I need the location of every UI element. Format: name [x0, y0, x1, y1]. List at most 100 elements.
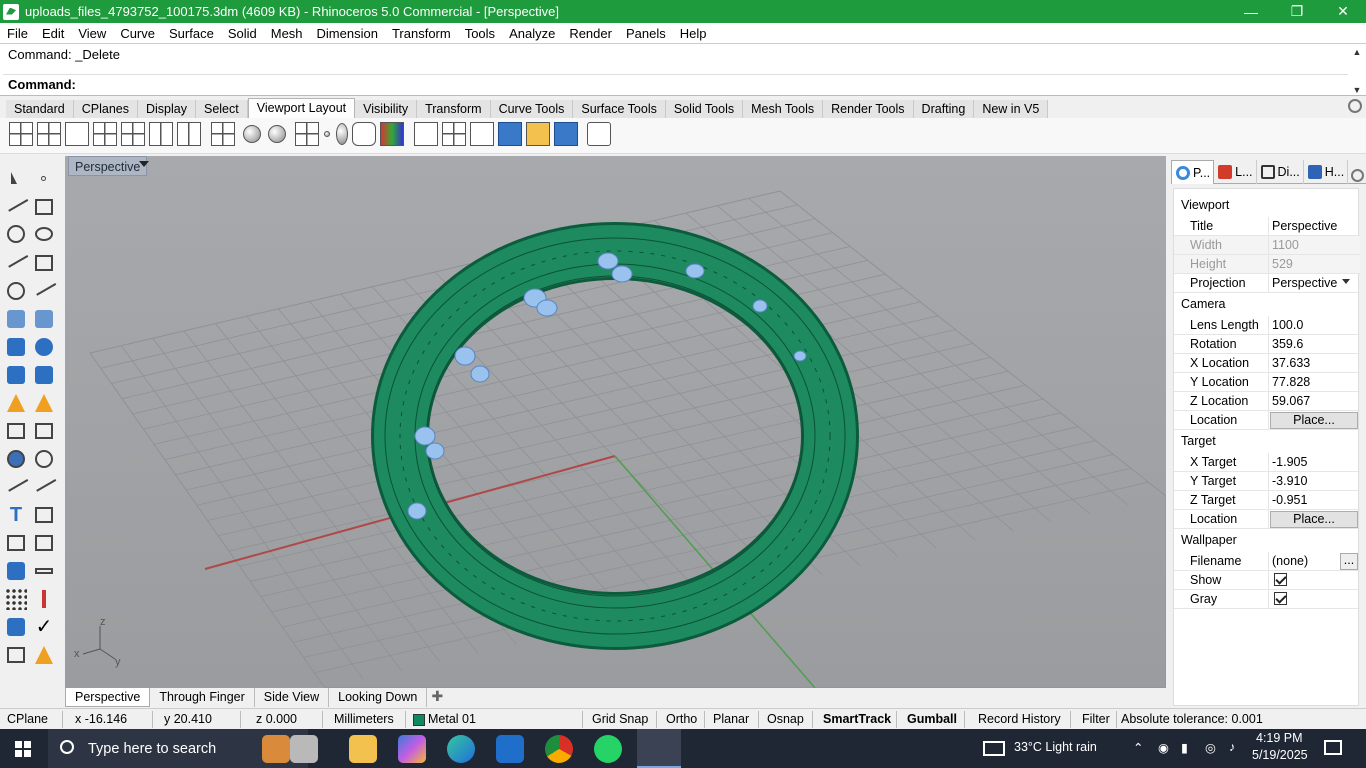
show-checkbox[interactable]: [1274, 573, 1287, 586]
command-scrollbar[interactable]: ▲ ▼: [1350, 47, 1364, 95]
move-icon[interactable]: [3, 471, 29, 498]
split-horizontal-icon[interactable]: [149, 122, 173, 146]
grid-viewports-icon[interactable]: [211, 122, 235, 146]
toggle-filter[interactable]: Filter: [1082, 711, 1110, 728]
camera-tray-icon[interactable]: ◉: [1158, 740, 1169, 755]
grid-options-icon[interactable]: [295, 122, 319, 146]
boolean-icon[interactable]: [5, 448, 27, 470]
viewport-frame-icon[interactable]: [470, 122, 494, 146]
volume-icon[interactable]: ♪: [1229, 740, 1235, 754]
projection-chevron-down-icon[interactable]: [1342, 279, 1350, 284]
prop-lens-length-row[interactable]: Lens Length 100.0: [1174, 316, 1360, 335]
prop-title-row[interactable]: Title Perspective: [1174, 217, 1360, 236]
prop-rotation-value[interactable]: 359.6: [1272, 337, 1303, 351]
ellipse-tool-icon[interactable]: [33, 223, 55, 245]
solid-union-icon[interactable]: [33, 336, 55, 358]
trim-icon[interactable]: [33, 420, 55, 442]
toolbar-gear-icon[interactable]: [1348, 99, 1362, 113]
named-view-icon[interactable]: [554, 122, 578, 146]
menu-mesh[interactable]: Mesh: [264, 26, 310, 41]
scroll-up-icon[interactable]: ▲: [1353, 47, 1362, 57]
tab-drafting[interactable]: Drafting: [913, 100, 975, 118]
viewtab-perspective[interactable]: Perspective: [65, 688, 151, 707]
prop-filename-value[interactable]: (none): [1272, 554, 1308, 568]
toggle-grid-snap[interactable]: Grid Snap: [592, 711, 648, 728]
layout-grid-icon[interactable]: [442, 122, 466, 146]
tab-viewport-layout[interactable]: Viewport Layout: [247, 98, 356, 118]
menu-render[interactable]: Render: [562, 26, 619, 41]
menu-surface[interactable]: Surface: [162, 26, 221, 41]
page-layout-icon[interactable]: [414, 122, 438, 146]
select-arrow-icon[interactable]: [5, 168, 27, 190]
text-icon[interactable]: T: [5, 504, 27, 526]
viewtab-looking-down[interactable]: Looking Down: [329, 688, 428, 707]
viewtab-side-view[interactable]: Side View: [255, 688, 330, 707]
print-icon[interactable]: [587, 122, 611, 146]
prop-x-location-row[interactable]: X Location 37.633: [1174, 354, 1360, 373]
camera-icon[interactable]: [352, 122, 376, 146]
three-viewports-icon[interactable]: [37, 122, 61, 146]
perspective-viewport[interactable]: z x y Perspective: [65, 156, 1166, 688]
dimension-icon[interactable]: [33, 532, 55, 554]
four-viewports-icon[interactable]: [9, 122, 33, 146]
prop-z-target-row[interactable]: Z Target -0.951: [1174, 491, 1360, 510]
restore-button[interactable]: ❐: [1274, 0, 1320, 23]
tools-app-icon[interactable]: [290, 735, 318, 763]
tab-mesh-tools[interactable]: Mesh Tools: [743, 100, 824, 118]
target-place-button[interactable]: Place...: [1270, 511, 1358, 528]
prop-y-location-value[interactable]: 77.828: [1272, 375, 1310, 389]
toggle-record-history[interactable]: Record History: [978, 711, 1061, 728]
split-vertical-icon[interactable]: [177, 122, 201, 146]
maximize-viewport-icon[interactable]: [65, 122, 89, 146]
panel-tab-properties[interactable]: P...: [1171, 160, 1215, 184]
viewport-menu-chevron-down-icon[interactable]: [139, 161, 149, 167]
rhino-taskbar-icon[interactable]: [637, 729, 681, 768]
camera-place-button[interactable]: Place...: [1270, 412, 1358, 429]
new-viewport-icon[interactable]: [93, 122, 117, 146]
menu-help[interactable]: Help: [673, 26, 714, 41]
prop-x-location-value[interactable]: 37.633: [1272, 356, 1310, 370]
menu-dimension[interactable]: Dimension: [310, 26, 385, 41]
tab-render-tools[interactable]: Render Tools: [823, 100, 914, 118]
menu-view[interactable]: View: [71, 26, 113, 41]
curve-control-points-icon[interactable]: [33, 196, 55, 218]
toggle-ortho[interactable]: Ortho: [666, 711, 697, 728]
copilot-icon[interactable]: [398, 735, 426, 763]
polyline-icon[interactable]: [3, 191, 29, 218]
rectangle-icon[interactable]: [33, 252, 55, 274]
shaded-sphere-icon[interactable]: [243, 125, 261, 143]
tab-solid-tools[interactable]: Solid Tools: [665, 100, 744, 118]
close-button[interactable]: ✕: [1320, 0, 1366, 23]
scale-icon[interactable]: [33, 504, 55, 526]
menu-panels[interactable]: Panels: [619, 26, 673, 41]
status-layer[interactable]: Metal 01: [428, 711, 476, 728]
windows-start-icon[interactable]: [15, 741, 31, 757]
snap-icon[interactable]: [33, 588, 55, 610]
block-icon[interactable]: [5, 560, 27, 582]
prop-lens-length-value[interactable]: 100.0: [1272, 318, 1303, 332]
group-icon[interactable]: [33, 448, 55, 470]
tab-curve-tools[interactable]: Curve Tools: [490, 100, 574, 118]
squirrel-app-icon[interactable]: [262, 735, 290, 763]
tab-surface-tools[interactable]: Surface Tools: [573, 100, 666, 118]
scroll-down-icon[interactable]: ▼: [1353, 85, 1362, 95]
prop-z-target-value[interactable]: -0.951: [1272, 493, 1307, 507]
tab-display[interactable]: Display: [137, 100, 196, 118]
prop-y-target-row[interactable]: Y Target -3.910: [1174, 472, 1360, 491]
status-cplane[interactable]: CPlane: [7, 711, 48, 728]
split-icon[interactable]: [5, 420, 27, 442]
prop-projection-row[interactable]: Projection Perspective: [1174, 274, 1360, 293]
weather-text[interactable]: 33°C Light rain: [1014, 740, 1097, 754]
tray-chevron-up-icon[interactable]: ⌃: [1133, 740, 1143, 755]
surface-extrude-icon[interactable]: [33, 308, 55, 330]
surface-corner-icon[interactable]: [5, 308, 27, 330]
status-units[interactable]: Millimeters: [334, 711, 394, 728]
viewport-title[interactable]: Perspective: [68, 156, 148, 176]
prop-projection-select[interactable]: Perspective: [1272, 276, 1337, 290]
prop-z-location-row[interactable]: Z Location 59.067: [1174, 392, 1360, 411]
clock-time[interactable]: 4:19 PM: [1256, 731, 1303, 745]
prop-x-target-value[interactable]: -1.905: [1272, 455, 1307, 469]
mesh-plane-icon[interactable]: [33, 364, 55, 386]
menu-edit[interactable]: Edit: [35, 26, 71, 41]
rhino-app-icon[interactable]: [3, 3, 19, 20]
